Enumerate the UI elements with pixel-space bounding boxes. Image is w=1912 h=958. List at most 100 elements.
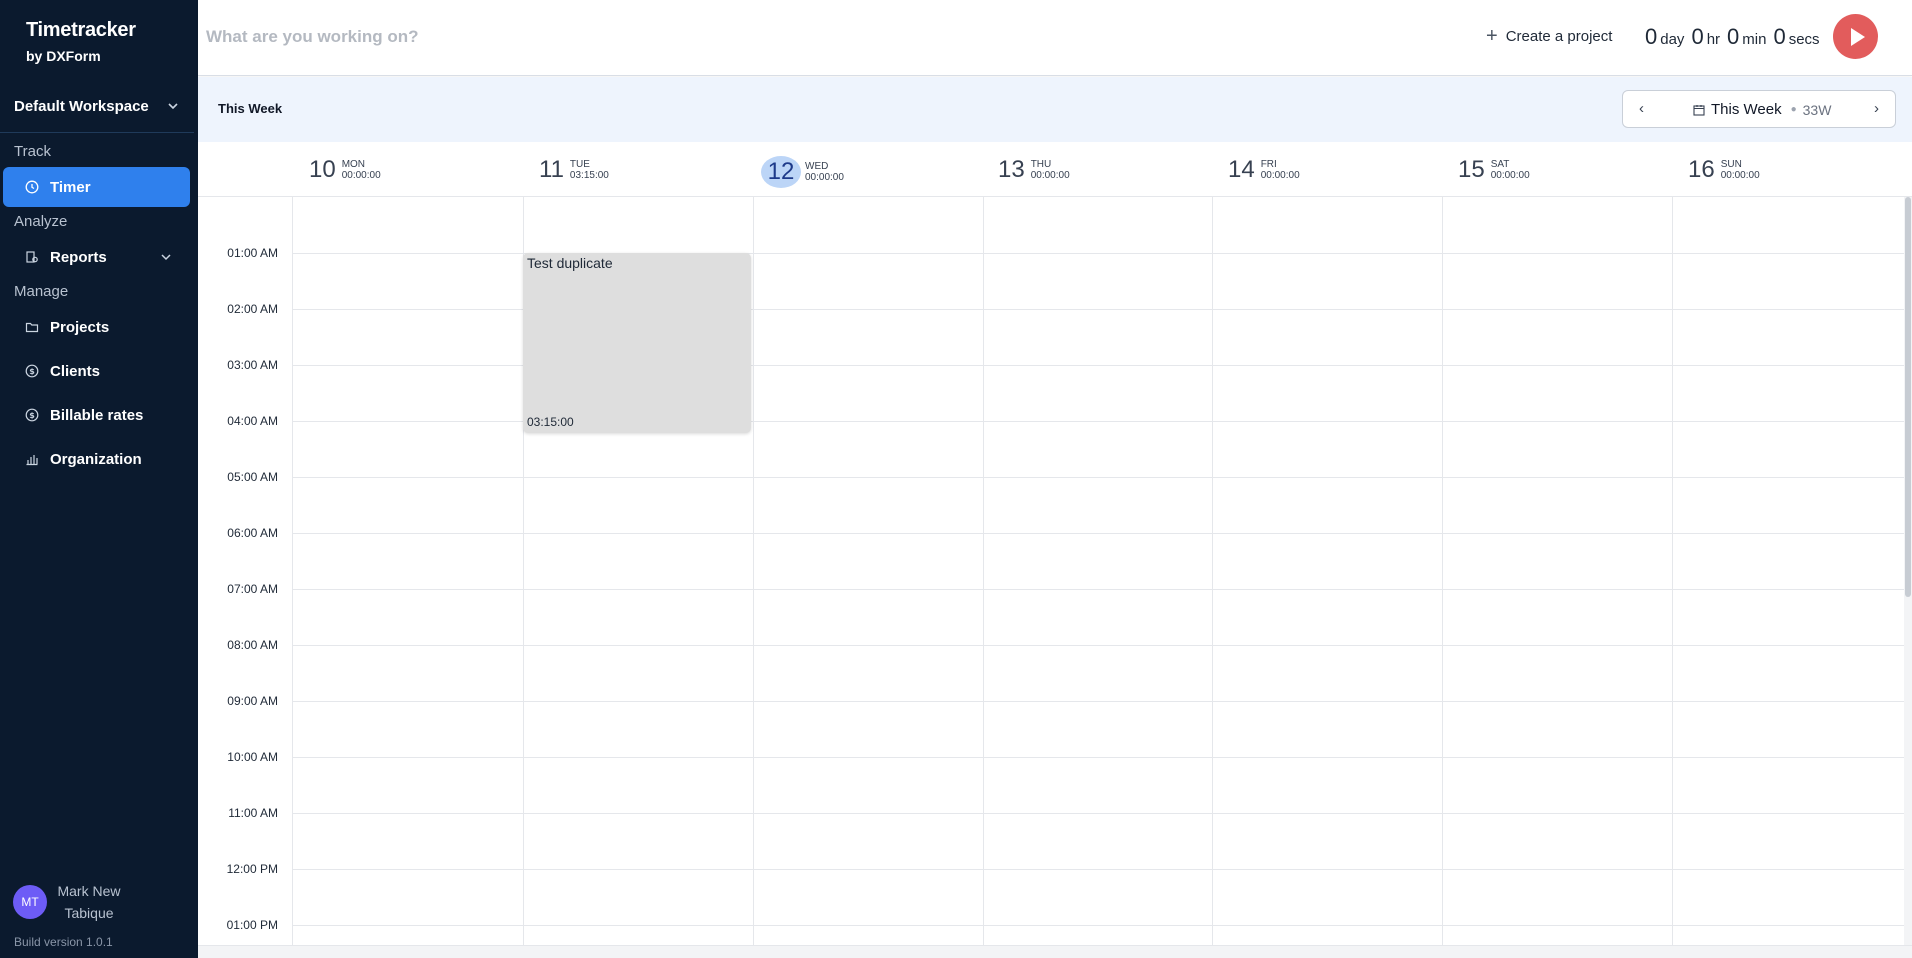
hour-label: 03:00 AM bbox=[227, 358, 278, 372]
hour-label: 05:00 AM bbox=[227, 470, 278, 484]
event-title: Test duplicate bbox=[527, 255, 613, 271]
day-header-mon[interactable]: 10 MON 00:00:00 bbox=[309, 156, 381, 184]
hour-line bbox=[292, 925, 1904, 926]
workspace-selector[interactable]: Default Workspace bbox=[14, 94, 180, 118]
dollar-circle-icon: $ bbox=[25, 408, 39, 422]
time-entry-event[interactable]: Test duplicate 03:15:00 bbox=[523, 253, 751, 433]
dollar-circle-icon: $ bbox=[25, 364, 39, 378]
calendar-icon bbox=[1693, 104, 1705, 116]
timer-hours-unit: hr bbox=[1706, 31, 1721, 48]
hour-label: 06:00 AM bbox=[227, 526, 278, 540]
app-title: Timetracker bbox=[26, 19, 136, 41]
top-bar: + Create a project 0 day 0 hr 0 min 0 se… bbox=[198, 0, 1912, 76]
horizontal-scrollbar[interactable] bbox=[198, 945, 1912, 958]
hour-line bbox=[292, 477, 1904, 478]
hour-label: 04:00 AM bbox=[227, 414, 278, 428]
timer-days: 0 bbox=[1645, 24, 1658, 49]
hour-label: 07:00 AM bbox=[227, 582, 278, 596]
sidebar-item-label: Billable rates bbox=[50, 406, 144, 424]
day-name: THU bbox=[1030, 159, 1052, 170]
chevron-right-icon[interactable]: › bbox=[1874, 100, 1879, 117]
section-analyze: Analyze bbox=[14, 213, 68, 230]
day-name: FRI bbox=[1260, 159, 1277, 170]
day-total: 00:00:00 bbox=[1260, 170, 1300, 181]
create-project-label: Create a project bbox=[1505, 27, 1613, 45]
day-number: 16 bbox=[1688, 156, 1715, 183]
hour-line bbox=[292, 757, 1904, 758]
folder-icon bbox=[25, 322, 39, 333]
clock-icon bbox=[25, 180, 39, 194]
section-manage: Manage bbox=[14, 283, 69, 300]
build-version: Build version 1.0.1 bbox=[14, 935, 113, 949]
sidebar-item-label: Projects bbox=[50, 318, 110, 336]
hour-line bbox=[292, 589, 1904, 590]
day-name: SUN bbox=[1720, 159, 1742, 170]
day-header: 10 MON 00:00:00 11 TUE 03:15:00 12 WED 00:0… bbox=[198, 142, 1912, 197]
day-header-wed[interactable]: 12 WED 00:00:00 bbox=[761, 156, 844, 188]
create-project-button[interactable]: + Create a project bbox=[1486, 26, 1612, 46]
section-track: Track bbox=[14, 143, 51, 160]
play-icon bbox=[1850, 27, 1865, 46]
svg-text:$: $ bbox=[29, 367, 35, 376]
report-icon bbox=[26, 251, 38, 263]
start-timer-button[interactable] bbox=[1833, 14, 1878, 59]
day-number: 15 bbox=[1458, 156, 1485, 183]
sidebar-item-organization[interactable]: Organization bbox=[3, 439, 190, 479]
avatar: MT bbox=[13, 885, 47, 919]
day-header-sun[interactable]: 16 SUN 00:00:00 bbox=[1688, 156, 1760, 184]
timer-display: 0 day 0 hr 0 min 0 secs bbox=[1645, 24, 1827, 50]
sidebar-item-timer[interactable]: Timer bbox=[3, 167, 190, 207]
day-number-today: 12 bbox=[761, 156, 801, 188]
week-picker-label: This Week bbox=[1711, 101, 1782, 118]
hour-line bbox=[292, 645, 1904, 646]
day-name: MON bbox=[341, 159, 366, 170]
timer-seconds-unit: secs bbox=[1788, 31, 1820, 48]
task-description-input[interactable] bbox=[206, 24, 806, 50]
workspace-name: Default Workspace bbox=[14, 97, 149, 115]
week-code: 33W bbox=[1802, 101, 1832, 118]
week-bar: This Week ‹ This Week ● 33W › bbox=[198, 77, 1912, 142]
sidebar-item-billable-rates[interactable]: $ Billable rates bbox=[3, 395, 190, 435]
hour-line bbox=[292, 701, 1904, 702]
week-label: This Week bbox=[218, 101, 283, 116]
hour-line bbox=[292, 533, 1904, 534]
day-number: 14 bbox=[1228, 156, 1255, 183]
week-picker-current[interactable]: This Week ● 33W bbox=[1693, 101, 1831, 118]
day-total: 00:00:00 bbox=[1030, 170, 1070, 181]
bar-chart-icon bbox=[26, 455, 38, 466]
day-header-tue[interactable]: 11 TUE 03:15:00 bbox=[539, 156, 609, 184]
hour-label: 09:00 AM bbox=[227, 694, 278, 708]
day-header-sat[interactable]: 15 SAT 00:00:00 bbox=[1458, 156, 1530, 184]
day-header-fri[interactable]: 14 FRI 00:00:00 bbox=[1228, 156, 1300, 184]
day-total: 00:00:00 bbox=[1490, 170, 1530, 181]
day-name: SAT bbox=[1490, 159, 1510, 170]
user-profile[interactable]: MT Mark New Tabique bbox=[13, 880, 123, 924]
day-header-thu[interactable]: 13 THU 00:00:00 bbox=[998, 156, 1070, 184]
user-name: Mark New Tabique bbox=[57, 883, 121, 921]
calendar-grid[interactable]: 01:00 AM 02:00 AM 03:00 AM 04:00 AM 05:0… bbox=[198, 197, 1912, 945]
sidebar-item-reports[interactable]: Reports bbox=[3, 237, 190, 277]
hour-label: 12:00 PM bbox=[226, 862, 278, 876]
chevron-down-icon bbox=[168, 103, 178, 110]
day-total: 00:00:00 bbox=[805, 172, 844, 183]
hour-label: 08:00 AM bbox=[227, 638, 278, 652]
timer-minutes: 0 bbox=[1727, 24, 1740, 49]
sidebar-item-projects[interactable]: Projects bbox=[3, 307, 190, 347]
hour-label: 11:00 AM bbox=[228, 806, 278, 820]
sidebar: Timetracker by DXForm Default Workspace … bbox=[0, 0, 198, 958]
day-name: TUE bbox=[569, 159, 590, 170]
timer-hours: 0 bbox=[1691, 24, 1704, 49]
brand: Timetracker by DXForm bbox=[26, 19, 136, 64]
day-total: 03:15:00 bbox=[569, 170, 609, 181]
event-duration: 03:15:00 bbox=[527, 415, 574, 429]
scrollbar[interactable] bbox=[1904, 197, 1912, 945]
day-number: 11 bbox=[539, 156, 564, 183]
chevron-left-icon[interactable]: ‹ bbox=[1639, 100, 1644, 117]
timer-seconds: 0 bbox=[1773, 24, 1786, 49]
sidebar-item-label: Organization bbox=[50, 450, 142, 468]
scrollbar-thumb[interactable] bbox=[1905, 197, 1911, 597]
day-number: 13 bbox=[998, 156, 1025, 183]
sidebar-item-clients[interactable]: $ Clients bbox=[3, 351, 190, 391]
day-total: 00:00:00 bbox=[341, 170, 381, 181]
week-picker: ‹ This Week ● 33W › bbox=[1622, 90, 1896, 128]
